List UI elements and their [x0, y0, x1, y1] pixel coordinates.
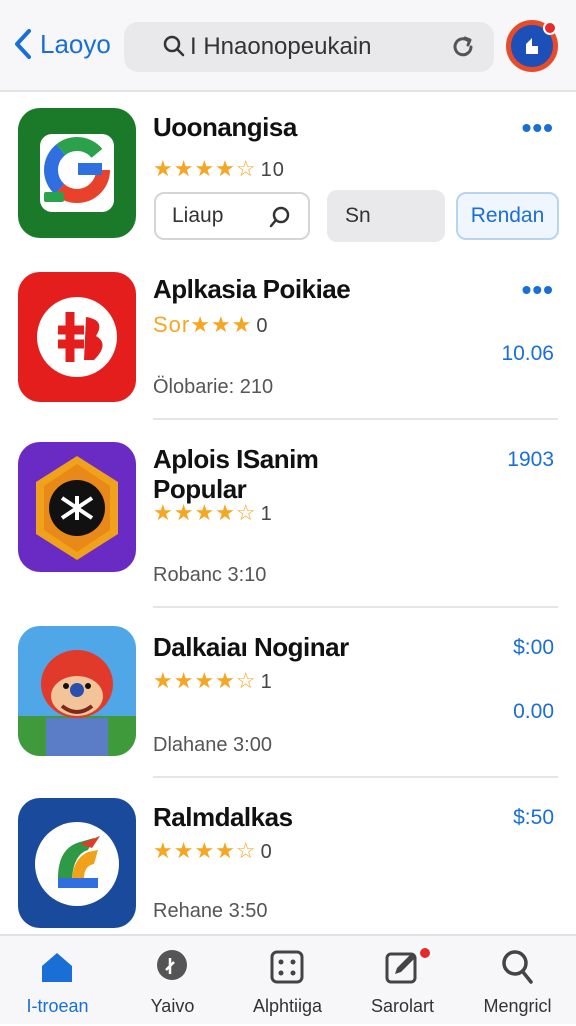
character-avatar-icon [18, 650, 136, 756]
secondary-button-label: Sn [345, 204, 371, 227]
star-rating: ★★★★☆ 1 [153, 500, 273, 526]
stars-text: ★★★★☆ [153, 668, 257, 693]
app-icon [18, 442, 136, 572]
rating-count: 1 [260, 671, 273, 693]
tab-label: Alphtiiga [252, 996, 323, 1016]
list-item[interactable]: Aplkasia Poikiae ••• Sor★★★ 0 10.06 Öloba… [0, 256, 576, 420]
app-icon [18, 108, 136, 238]
divider [153, 606, 558, 608]
star-rating: ★★★★☆ 0 [153, 838, 273, 864]
app-icon [18, 626, 136, 756]
get-button-label: Rendan [470, 204, 545, 227]
back-label: Laoyo [40, 28, 111, 59]
map-pin-icon [157, 950, 187, 980]
search-icon [163, 35, 185, 57]
list-item[interactable]: Aplois ISanim Popular 1903 ★★★★☆ 1 Robanc… [0, 428, 576, 608]
more-button[interactable]: ••• [522, 274, 554, 306]
app-subtitle: Rehane 3:50 [153, 900, 268, 922]
search-field[interactable]: I Hnaonopeukain [124, 22, 494, 72]
app-title: Aplois ISanim Popular [153, 444, 319, 504]
profile-avatar[interactable] [506, 20, 558, 72]
chevron-left-icon [15, 29, 31, 59]
tab-home[interactable]: I-troean [0, 936, 115, 1026]
grid-icon [270, 950, 304, 984]
stars-text: ★★★★☆ [153, 838, 257, 863]
bottom-tab-bar: I-troean Yaivo Alphtiiga Sarolart Mengri… [0, 934, 576, 1024]
tab-label: Yaivo [150, 996, 195, 1016]
stars-text: ★★★★☆ [153, 500, 257, 525]
stars-text: Sor★★★ [153, 312, 253, 337]
tab-label: Mengricl [483, 996, 552, 1016]
price-label[interactable]: 10.06 [501, 342, 554, 366]
app-subtitle: Ölobarie: 210 [153, 376, 274, 398]
rating-count: 10 [260, 159, 285, 181]
back-button[interactable]: Laoyo [12, 28, 111, 60]
divider [153, 776, 558, 778]
divider [153, 418, 558, 420]
game-logo-icon [36, 456, 118, 560]
app-title-line1: Aplois ISanim [153, 444, 319, 474]
refresh-icon[interactable] [450, 34, 476, 60]
search-icon [502, 950, 533, 984]
price-label[interactable]: $:00 [513, 636, 554, 660]
star-rating: Sor★★★ 0 [153, 312, 269, 338]
notification-badge [418, 946, 432, 960]
brand-logo-icon [35, 822, 119, 906]
tab-apps[interactable]: Alphtiiga [230, 936, 345, 1026]
search-icon [269, 206, 290, 228]
edit-icon [385, 952, 417, 984]
secondary-price-label: 0.00 [513, 700, 554, 723]
more-button[interactable]: ••• [522, 112, 554, 144]
rating-count: 1 [260, 503, 273, 525]
search-text: I Hnaonopeukain [190, 33, 372, 60]
app-title: Dalkaiaı Noginar [153, 632, 349, 662]
google-logo-icon [40, 134, 114, 212]
rating-count: 0 [256, 315, 269, 337]
stars-text: ★★★★☆ [153, 156, 257, 181]
star-rating: ★★★★☆ 1 [153, 668, 273, 694]
brand-logo-icon [37, 297, 117, 377]
app-icon [18, 272, 136, 402]
secondary-button[interactable]: Sn [327, 190, 445, 242]
tab-updates[interactable]: Sarolart [345, 936, 460, 1026]
list-item[interactable]: Dalkaiaı Noginar $:00 ★★★★☆ 1 0.00 Dlahan… [0, 612, 576, 778]
app-subtitle: Dlahane 3:00 [153, 734, 272, 756]
get-button[interactable]: Rendan [456, 192, 559, 240]
tab-search[interactable]: Mengricl [460, 936, 575, 1026]
search-in-app-button[interactable]: Liaup [154, 192, 310, 240]
app-title: Aplkasia Poikiae [153, 274, 351, 304]
user-icon [526, 38, 538, 54]
tab-places[interactable]: Yaivo [115, 936, 230, 1026]
star-rating: ★★★★☆ 10 [153, 156, 285, 182]
app-title: Ralmdalkas [153, 802, 293, 832]
app-icon [18, 798, 136, 928]
tab-label: Sarolart [370, 996, 435, 1016]
price-label[interactable]: 1903 [507, 448, 554, 472]
list-item[interactable]: Uoonangisa ••• ★★★★☆ 10 Liaup Sn Rendan [0, 92, 576, 252]
price-label[interactable]: $:50 [513, 806, 554, 830]
list-item[interactable]: Ralmdalkas $:50 ★★★★☆ 0 Rehane 3:50 [0, 782, 576, 932]
search-in-app-label: Liaup [172, 204, 224, 227]
notification-dot [543, 21, 557, 35]
tab-label: I-troean [26, 996, 89, 1016]
app-title: Uoonangisa [153, 112, 297, 142]
top-bar: Laoyo I Hnaonopeukain [0, 0, 576, 92]
rating-count: 0 [260, 841, 273, 863]
home-icon [42, 953, 72, 982]
app-subtitle: Robanc 3:10 [153, 564, 267, 586]
